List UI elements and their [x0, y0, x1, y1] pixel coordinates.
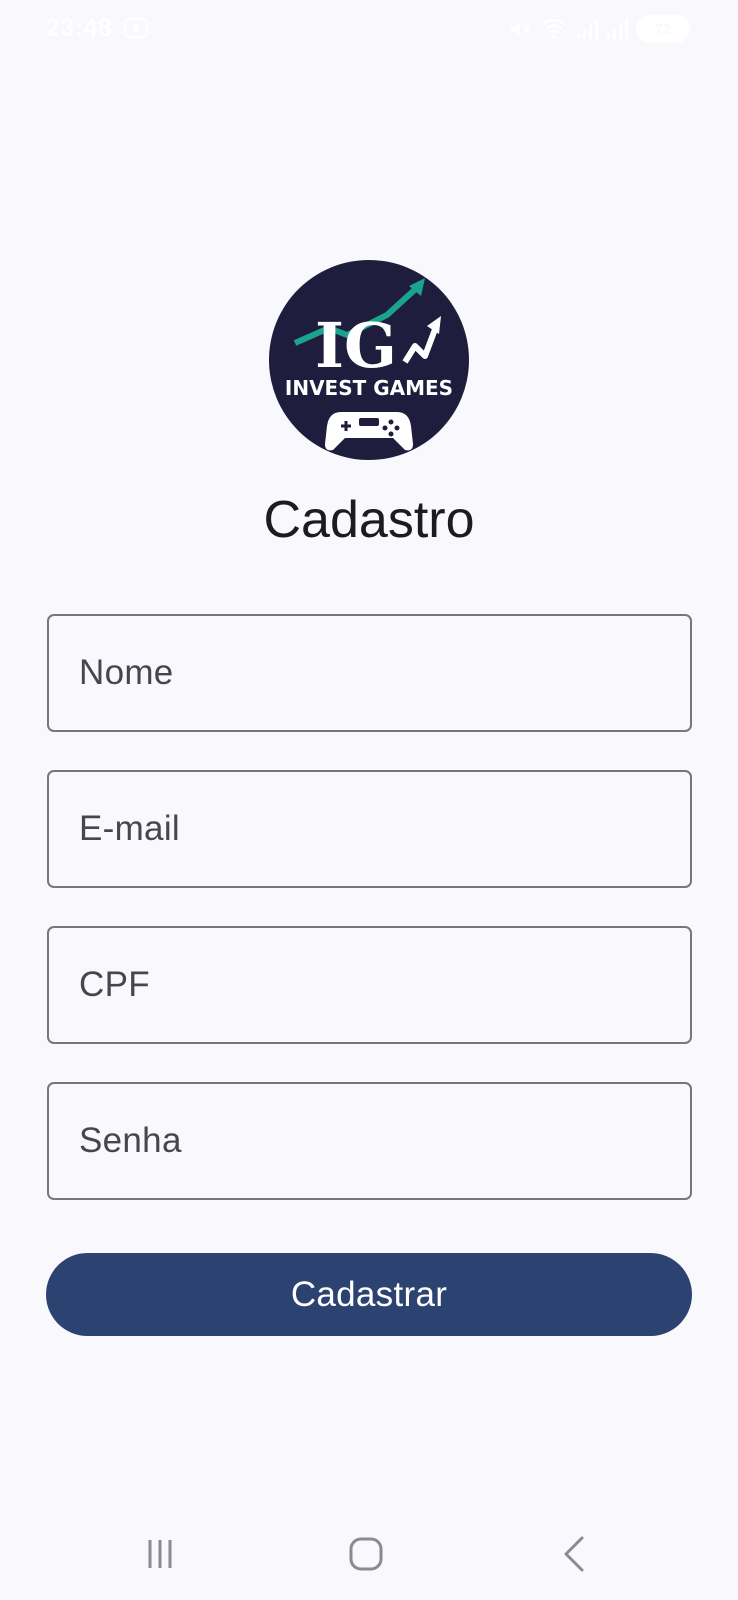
status-time: 23:48 [46, 14, 113, 42]
signal-icon [606, 18, 628, 40]
password-field-placeholder: Senha [79, 1121, 182, 1160]
status-icons: 72 [508, 14, 690, 44]
signup-screen: 23:48 72 IG INVEST GAMES Cadastro Nome E… [0, 0, 738, 1600]
app-logo: IG INVEST GAMES [269, 260, 469, 460]
screenshot-icon [122, 14, 150, 42]
svg-text:IG: IG [315, 309, 397, 382]
navigation-bar [0, 1500, 738, 1600]
name-field[interactable]: Nome [47, 614, 692, 732]
wifi-icon [540, 17, 568, 41]
mute-icon [508, 17, 532, 41]
name-field-placeholder: Nome [79, 653, 174, 692]
email-field[interactable]: E-mail [47, 770, 692, 888]
recent-apps-icon[interactable] [130, 1528, 190, 1580]
cpf-field-placeholder: CPF [79, 965, 150, 1004]
svg-text:INVEST GAMES: INVEST GAMES [285, 376, 453, 400]
signal-icon [576, 18, 598, 40]
register-button[interactable]: Cadastrar [46, 1253, 692, 1336]
status-bar: 23:48 72 [0, 0, 738, 60]
cpf-field[interactable]: CPF [47, 926, 692, 1044]
register-button-label: Cadastrar [290, 1274, 448, 1314]
email-field-placeholder: E-mail [79, 809, 180, 848]
back-icon[interactable] [544, 1528, 604, 1580]
battery-icon: 72 [636, 15, 690, 43]
home-icon[interactable] [336, 1528, 396, 1580]
page-title: Cadastro [263, 491, 475, 549]
password-field[interactable]: Senha [47, 1082, 692, 1200]
